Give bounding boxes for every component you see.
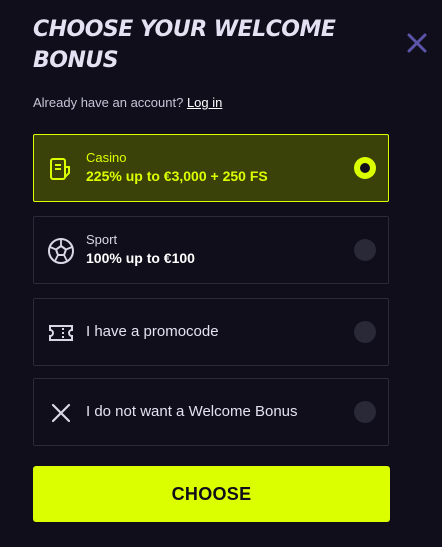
casino-icon [50, 158, 70, 180]
option-casino[interactable]: Casino 225% up to €3,000 + 250 FS [33, 134, 389, 202]
ticket-icon [49, 325, 73, 341]
x-icon [51, 403, 71, 423]
option-sport[interactable]: Sport 100% up to €100 [33, 216, 389, 284]
radio-unselected[interactable] [354, 401, 376, 423]
option-label: I have a promocode [86, 323, 219, 340]
close-button[interactable] [402, 28, 432, 58]
option-label: I do not want a Welcome Bonus [86, 403, 298, 420]
modal-title: CHOOSE YOUR WELCOME BONUS [33, 17, 336, 73]
radio-unselected[interactable] [354, 239, 376, 261]
login-link[interactable]: Log in [187, 95, 222, 110]
choose-button[interactable]: CHOOSE [33, 466, 390, 522]
option-promocode[interactable]: I have a promocode [33, 298, 389, 366]
account-prompt-row: Already have an account? Log in [33, 95, 222, 110]
option-no-bonus[interactable]: I do not want a Welcome Bonus [33, 378, 389, 446]
option-detail: 225% up to €3,000 + 250 FS [86, 168, 268, 184]
radio-selected[interactable] [354, 157, 376, 179]
option-label: Casino [86, 150, 127, 165]
radio-unselected[interactable] [354, 321, 376, 343]
option-label: Sport [86, 232, 118, 247]
account-prompt: Already have an account? [33, 95, 184, 110]
close-icon [407, 33, 427, 53]
soccer-ball-icon [48, 238, 74, 264]
option-detail: 100% up to €100 [86, 250, 195, 266]
